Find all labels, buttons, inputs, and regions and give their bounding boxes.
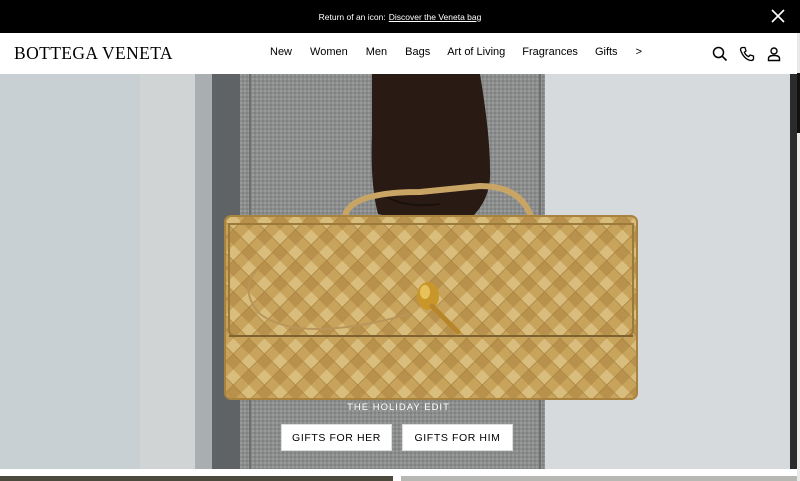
nav-item-bags[interactable]: Bags [405, 46, 430, 58]
announcement-link[interactable]: Discover the Veneta bag [389, 12, 482, 22]
main-nav: New Women Men Bags Art of Living Fragran… [270, 46, 642, 58]
header-icons [711, 45, 783, 63]
announcement-bar: Return of an icon: Discover the Veneta b… [0, 0, 800, 33]
gifts-for-her-button[interactable]: GIFTS FOR HER [281, 424, 392, 451]
nav-item-women[interactable]: Women [310, 46, 348, 58]
account-icon[interactable] [765, 45, 783, 63]
next-tile-right[interactable] [401, 476, 797, 481]
search-icon[interactable] [711, 45, 729, 63]
brand-logo[interactable]: BOTTEGA VENETA [14, 43, 173, 64]
nav-item-gifts[interactable]: Gifts [595, 46, 618, 58]
hero-eyebrow: THE HOLIDAY EDIT [347, 402, 450, 413]
next-tile-left[interactable] [0, 476, 393, 481]
site-header: BOTTEGA VENETA New Women Men Bags Art of… [0, 33, 797, 74]
nav-item-fragrances[interactable]: Fragrances [522, 46, 578, 58]
gifts-for-him-button[interactable]: GIFTS FOR HIM [402, 424, 513, 451]
nav-item-new[interactable]: New [270, 46, 292, 58]
announcement-text: Return of an icon: [318, 11, 386, 22]
nav-more-chevron[interactable]: > [636, 46, 642, 58]
close-icon[interactable] [770, 8, 786, 24]
nav-item-art-of-living[interactable]: Art of Living [447, 46, 505, 58]
nav-item-men[interactable]: Men [366, 46, 387, 58]
phone-icon[interactable] [738, 45, 756, 63]
